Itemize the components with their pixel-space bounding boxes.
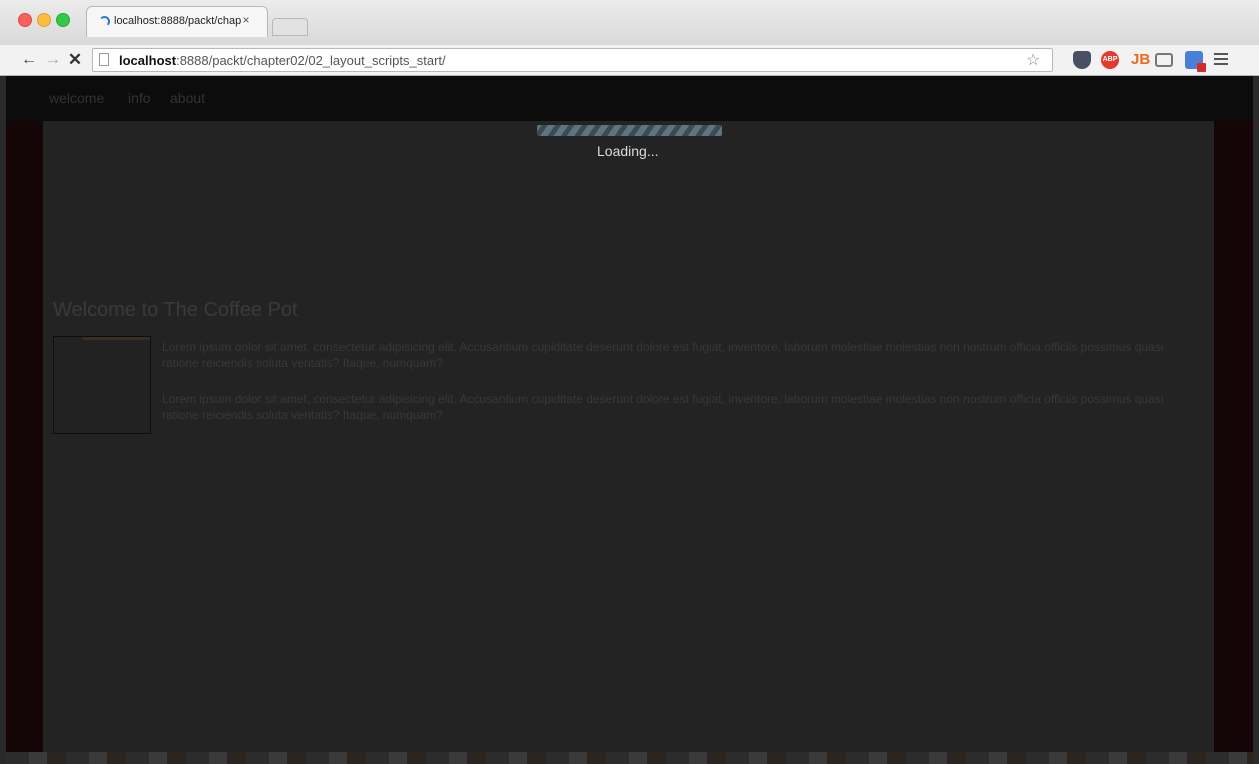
url-text[interactable]: localhost:8888/packt/chapter02/02_layout… bbox=[119, 53, 446, 68]
address-bar[interactable]: localhost:8888/packt/chapter02/02_layout… bbox=[92, 48, 1053, 72]
browser-window: localhost:8888/packt/chap × ← → ✕ localh… bbox=[0, 0, 1259, 764]
extension-badge bbox=[1197, 63, 1206, 72]
coffee-thumbnail-image bbox=[53, 336, 151, 434]
adblock-plus-icon[interactable]: ABP bbox=[1101, 51, 1119, 69]
close-window-button[interactable] bbox=[18, 13, 32, 27]
loading-text: Loading... bbox=[597, 143, 659, 159]
tab-title: localhost:8888/packt/chap bbox=[114, 15, 242, 27]
loading-progress-bar bbox=[537, 125, 722, 136]
stop-loading-button[interactable]: ✕ bbox=[66, 50, 84, 70]
paragraph-2: Lorem ipsum dolor sit amet, consectetur … bbox=[162, 392, 1164, 422]
loading-spinner-icon bbox=[99, 16, 110, 27]
zoom-window-button[interactable] bbox=[56, 13, 70, 27]
paragraph-1: Lorem ipsum dolor sit amet, consectetur … bbox=[162, 340, 1164, 370]
url-path: :8888/packt/chapter02/02_layout_scripts_… bbox=[176, 53, 446, 68]
browser-tab[interactable]: localhost:8888/packt/chap × bbox=[86, 6, 268, 37]
jetbrains-icon[interactable]: JB bbox=[1131, 51, 1150, 69]
menu-icon[interactable] bbox=[1214, 53, 1228, 65]
page-title: Welcome to The Coffee Pot bbox=[53, 299, 298, 321]
browser-toolbar: ← → ✕ localhost:8888/packt/chapter02/02_… bbox=[0, 45, 1259, 76]
site-nav: welcome info about bbox=[6, 76, 1253, 121]
bookmark-star-icon[interactable]: ☆ bbox=[1026, 50, 1040, 70]
tab-close-icon[interactable]: × bbox=[239, 13, 253, 27]
nav-link-welcome[interactable]: welcome bbox=[49, 90, 104, 106]
pocket-icon[interactable] bbox=[1073, 51, 1091, 69]
forward-button[interactable]: → bbox=[44, 50, 62, 70]
new-tab-button[interactable] bbox=[272, 18, 308, 36]
page-viewport: welcome info about Loading... Welcome to… bbox=[6, 76, 1253, 764]
url-host: localhost bbox=[119, 53, 177, 68]
back-button[interactable]: ← bbox=[20, 50, 38, 70]
page-icon bbox=[99, 53, 109, 66]
cast-icon[interactable] bbox=[1155, 53, 1173, 67]
title-bar: localhost:8888/packt/chap × bbox=[0, 0, 1259, 45]
progress-fill bbox=[537, 125, 722, 136]
minimize-window-button[interactable] bbox=[37, 13, 51, 27]
bottom-image-strip bbox=[6, 752, 1253, 764]
blue-extension-icon[interactable] bbox=[1185, 51, 1206, 72]
nav-link-info[interactable]: info bbox=[128, 90, 151, 106]
nav-link-about[interactable]: about bbox=[170, 90, 205, 106]
main-content: Loading... Welcome to The Coffee Pot Lor… bbox=[43, 121, 1214, 764]
